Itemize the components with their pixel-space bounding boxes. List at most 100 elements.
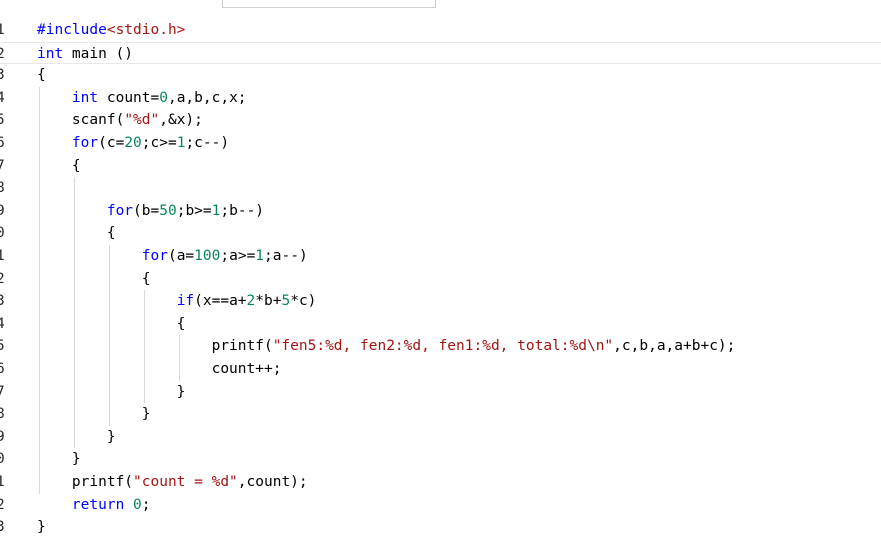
code-line[interactable]: 1 for(a=100;a>=1;a--) bbox=[0, 245, 881, 268]
code-line[interactable]: 0 { bbox=[0, 222, 881, 245]
code-token: ,a,b,c,x; bbox=[167, 89, 247, 106]
code-token: if bbox=[176, 293, 195, 310]
code-token: 2 bbox=[246, 293, 256, 310]
code-token: ;a>= bbox=[220, 248, 256, 264]
line-number: 9 bbox=[0, 202, 5, 219]
code-token: } bbox=[37, 451, 81, 468]
code-token: <stdio.h> bbox=[106, 22, 186, 38]
code-token: (c= bbox=[98, 135, 125, 151]
line-number: 6 bbox=[0, 135, 5, 151]
code-line[interactable]: 1 #include<stdio.h> bbox=[0, 19, 881, 42]
code-line[interactable]: 3 if(x==a+2*b+5*c) bbox=[0, 290, 881, 313]
code-line[interactable]: 6 for(c=20;c>=1;c--) bbox=[0, 132, 881, 155]
code-text: #include<stdio.h> bbox=[37, 19, 185, 42]
code-line[interactable]: 1 printf("count = %d",count); bbox=[0, 471, 881, 494]
code-text: } bbox=[37, 381, 186, 404]
indent-guide bbox=[39, 86, 40, 494]
code-token: (a= bbox=[167, 248, 195, 264]
code-token: 0 bbox=[133, 496, 142, 513]
code-line[interactable]: 2 return 0; bbox=[0, 494, 881, 517]
line-number: 7 bbox=[0, 157, 5, 174]
line-number: 5 bbox=[0, 112, 5, 129]
code-token: ;c>= bbox=[141, 135, 177, 151]
code-token: } bbox=[37, 519, 46, 536]
code-line[interactable]: 7 { bbox=[0, 155, 881, 178]
code-line[interactable]: 4 { bbox=[0, 313, 881, 336]
code-text: for(c=20;c>=1;c--) bbox=[37, 132, 229, 155]
code-text: } bbox=[37, 403, 151, 426]
code-token: ;b>= bbox=[176, 202, 212, 219]
line-number: 8 bbox=[0, 406, 5, 423]
code-token: printf( bbox=[37, 474, 134, 490]
code-token: scanf( bbox=[37, 112, 125, 129]
code-token: main () bbox=[63, 45, 134, 62]
code-line[interactable]: 9 } bbox=[0, 426, 881, 449]
code-token: 5 bbox=[281, 293, 291, 310]
line-number: 2 bbox=[0, 270, 5, 287]
code-token: } bbox=[37, 383, 186, 400]
line-number: 5 bbox=[0, 338, 5, 355]
code-token: int bbox=[37, 45, 64, 62]
code-line[interactable]: 5 scanf("%d",&x); bbox=[0, 109, 881, 132]
code-line[interactable]: 8 bbox=[0, 177, 881, 200]
line-number: 9 bbox=[0, 428, 5, 445]
code-token: 20 bbox=[124, 135, 142, 151]
line-number: 2 bbox=[0, 45, 5, 62]
code-text: { bbox=[37, 222, 116, 245]
line-number: 1 bbox=[0, 474, 5, 490]
code-token: 0 bbox=[159, 89, 168, 106]
code-token: { bbox=[37, 225, 116, 242]
code-token: "fen5:%d, fen2:%d, fen1:%d, total:%d\n" bbox=[272, 338, 614, 355]
code-token: 100 bbox=[194, 248, 221, 264]
code-token: for bbox=[106, 202, 134, 219]
code-line[interactable]: 2 { bbox=[0, 268, 881, 291]
code-line[interactable]: 3} bbox=[0, 516, 881, 539]
code-token: { bbox=[37, 157, 81, 174]
code-text: } bbox=[37, 426, 116, 449]
code-text: } bbox=[37, 448, 81, 471]
line-number: 1 bbox=[0, 248, 5, 264]
code-text: int count=0,a,b,c,x; bbox=[37, 87, 247, 110]
code-token: 50 bbox=[159, 202, 177, 219]
line-number: 8 bbox=[0, 180, 5, 197]
indent-guide bbox=[73, 177, 75, 449]
code-line[interactable]: 3{ bbox=[0, 64, 881, 87]
line-number: 4 bbox=[0, 315, 5, 332]
code-line[interactable]: 9 for(b=50;b>=1;b--) bbox=[0, 200, 881, 223]
line-number: 7 bbox=[0, 383, 5, 400]
code-token: "%d" bbox=[124, 112, 160, 129]
indent-guide bbox=[178, 335, 180, 381]
code-line[interactable]: 2 int main () bbox=[0, 41, 881, 65]
code-token: { bbox=[37, 315, 186, 332]
code-token: 1 bbox=[255, 248, 265, 264]
indent-guide bbox=[143, 290, 145, 404]
code-token: ,c,b,a,a+b+c); bbox=[613, 338, 736, 355]
code-text: { bbox=[37, 155, 81, 178]
code-token: printf( bbox=[37, 338, 273, 355]
line-number: 6 bbox=[0, 361, 5, 377]
code-line[interactable]: 7 } bbox=[0, 381, 881, 404]
code-token: int bbox=[71, 89, 99, 106]
code-line[interactable]: 0 } bbox=[0, 448, 881, 471]
code-token: ,&x); bbox=[159, 112, 203, 129]
code-line[interactable]: 4 int count=0,a,b,c,x; bbox=[0, 87, 881, 110]
code-token: count= bbox=[98, 89, 160, 106]
code-line[interactable]: 6 count++; bbox=[0, 358, 881, 381]
code-token: ;b--) bbox=[220, 202, 265, 219]
code-token: } bbox=[37, 406, 151, 423]
line-number: 0 bbox=[0, 451, 5, 468]
code-line[interactable]: 5 printf("fen5:%d, fen2:%d, fen1:%d, tot… bbox=[0, 335, 881, 358]
code-line[interactable]: 8 } bbox=[0, 403, 881, 426]
code-token: ,count); bbox=[237, 474, 308, 490]
line-number: 3 bbox=[0, 67, 5, 84]
code-editor[interactable]: 1 #include<stdio.h> 2 int main () 3{4 int co… bbox=[0, 19, 881, 557]
line-number: 4 bbox=[0, 89, 5, 106]
code-text: for(a=100;a>=1;a--) bbox=[37, 245, 308, 268]
code-token: } bbox=[37, 428, 116, 445]
top-input-box[interactable] bbox=[222, 0, 436, 8]
code-token: { bbox=[37, 67, 46, 84]
